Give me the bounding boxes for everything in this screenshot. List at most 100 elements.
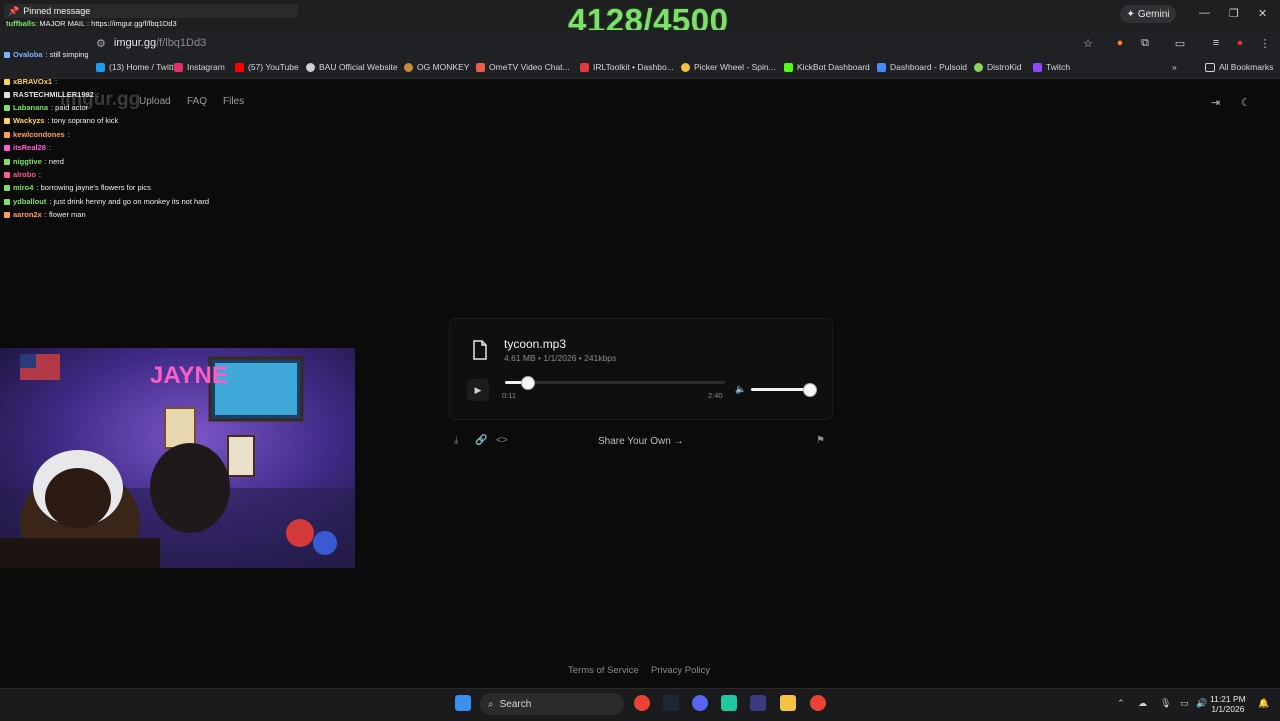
volume-slider[interactable] bbox=[751, 383, 817, 397]
bookmark-picker-wheel[interactable]: Picker Wheel - Spin... bbox=[681, 60, 776, 74]
svg-text:JAYNE: JAYNE bbox=[150, 362, 228, 389]
chat-badge-icon bbox=[4, 78, 10, 85]
downloads-icon[interactable]: ≡ bbox=[1208, 35, 1224, 51]
chat-message: aaron2x: flower man bbox=[4, 210, 86, 219]
network-icon[interactable]: ▭ bbox=[1180, 698, 1189, 709]
chat-message: kewlcondones: bbox=[4, 130, 70, 139]
report-flag-icon[interactable]: ⚑ bbox=[816, 435, 825, 446]
audio-player-card bbox=[449, 318, 833, 420]
search-icon: ⌕ bbox=[488, 698, 494, 710]
instagram-icon bbox=[174, 62, 183, 72]
seek-handle[interactable] bbox=[521, 376, 535, 390]
nav-files[interactable]: Files bbox=[223, 96, 244, 107]
pulsoid-icon bbox=[877, 62, 886, 72]
cast-icon[interactable]: ▭ bbox=[1172, 35, 1188, 51]
terms-link[interactable]: Terms of Service bbox=[568, 665, 639, 676]
chat-badge-icon bbox=[4, 117, 10, 124]
bookmark-distrokid[interactable]: DistroKid bbox=[974, 60, 1021, 74]
pinned-message: tuffballs: MAJOR MAIL : https://imgur.gg… bbox=[6, 19, 177, 28]
nav-upload[interactable]: Upload bbox=[139, 96, 171, 107]
chat-username: alrobo bbox=[13, 170, 36, 179]
file-icon bbox=[473, 340, 487, 360]
chat-username: xBRAVOx1 bbox=[13, 77, 53, 86]
bookmark-kickbot[interactable]: KickBot Dashboard bbox=[784, 60, 870, 74]
chat-text: : still simping bbox=[45, 50, 89, 59]
app2-icon[interactable] bbox=[750, 695, 766, 711]
file-meta: 4.61 MB • 1/1/2026 • 241kbps bbox=[504, 353, 617, 363]
mic-icon[interactable]: 🎙 bbox=[1160, 698, 1171, 709]
monkey-icon bbox=[404, 62, 413, 72]
app-icon[interactable] bbox=[721, 695, 737, 711]
bookmark-ometv[interactable]: OmeTV Video Chat... bbox=[476, 60, 570, 74]
taskbar-clock[interactable]: 11:21 PM 1/1/2026 bbox=[1210, 694, 1246, 714]
maximize-icon[interactable]: ❐ bbox=[1229, 7, 1239, 20]
all-bookmarks[interactable]: All Bookmarks bbox=[1205, 60, 1273, 74]
chat-badge-icon bbox=[4, 51, 10, 58]
close-icon[interactable]: ✕ bbox=[1258, 7, 1267, 20]
bookmark-bau[interactable]: BAU Official Website bbox=[306, 60, 398, 74]
volume-icon[interactable]: 🔈 bbox=[735, 384, 746, 395]
privacy-link[interactable]: Privacy Policy bbox=[651, 665, 710, 676]
minimize-icon[interactable]: — bbox=[1199, 7, 1210, 19]
bookmark-og-monkey[interactable]: OG MONKEY bbox=[404, 60, 469, 74]
gemini-label: Gemini bbox=[1137, 8, 1170, 20]
volume-handle[interactable] bbox=[803, 383, 817, 397]
discord-icon[interactable] bbox=[692, 695, 708, 711]
cloud-icon[interactable]: ☁ bbox=[1138, 698, 1147, 709]
bookmark-youtube[interactable]: (57) YouTube bbox=[235, 60, 299, 74]
play-button[interactable]: ▶ bbox=[467, 379, 489, 401]
chat-text: : flower man bbox=[44, 210, 86, 219]
bookmark-pulsoid[interactable]: Dashboard - Pulsoid bbox=[877, 60, 967, 74]
bookmark-irltoolkit[interactable]: IRLToolkit • Dashbo... bbox=[580, 60, 674, 74]
chrome-icon[interactable] bbox=[634, 695, 650, 711]
taskbar-search[interactable]: ⌕ Search bbox=[480, 693, 624, 715]
bookmark-twitch[interactable]: Twitch bbox=[1033, 60, 1070, 74]
chat-username: kewlcondones bbox=[13, 130, 65, 139]
seek-slider[interactable] bbox=[505, 376, 725, 390]
share-your-own-link[interactable]: Share Your Own → bbox=[598, 436, 684, 447]
extension-icon[interactable]: ● bbox=[1112, 35, 1128, 51]
file-explorer-icon[interactable] bbox=[780, 695, 796, 711]
chat-badge-icon bbox=[4, 158, 10, 165]
extensions-puzzle-icon[interactable]: ⧉ bbox=[1137, 35, 1153, 51]
chat-text: : bbox=[67, 130, 70, 139]
speaker-icon[interactable]: 🔊 bbox=[1196, 698, 1207, 709]
embed-code-icon[interactable]: <> bbox=[496, 435, 508, 446]
gemini-button[interactable]: ✦ Gemini bbox=[1120, 5, 1176, 23]
chat-badge-icon bbox=[4, 211, 10, 218]
chat-username: aaron2x bbox=[13, 210, 42, 219]
chat-message: Ovaloba: still simping bbox=[4, 50, 89, 59]
bookmark-twitter[interactable]: (13) Home / Twitter bbox=[96, 60, 181, 74]
avatar[interactable]: ● bbox=[1232, 35, 1248, 51]
url-field[interactable]: ⚙ imgur.gg/f/lbq1Dd3 bbox=[96, 35, 206, 51]
chat-text: : borrowing jayne's flowers for pics bbox=[36, 183, 151, 192]
link-icon[interactable]: 🔗 bbox=[475, 435, 487, 446]
chat-badge-icon bbox=[4, 184, 10, 191]
tray-overflow-icon[interactable]: ⌃ bbox=[1117, 698, 1125, 709]
chrome-active-icon[interactable] bbox=[810, 695, 826, 711]
bookmark-star-icon[interactable]: ☆ bbox=[1080, 35, 1096, 51]
chat-message: niggtive: nerd bbox=[4, 157, 64, 166]
globe-icon bbox=[306, 62, 315, 72]
login-icon[interactable]: ⇥ bbox=[1211, 96, 1220, 109]
windows-start-icon[interactable] bbox=[455, 695, 471, 711]
menu-kebab-icon[interactable]: ⋮ bbox=[1257, 35, 1273, 51]
site-info-icon[interactable]: ⚙ bbox=[96, 37, 106, 50]
twitch-icon bbox=[1033, 62, 1042, 72]
chat-text: : paid actor bbox=[51, 103, 89, 112]
folder-icon bbox=[1205, 62, 1215, 72]
pin-icon: 📌 bbox=[8, 5, 20, 16]
nav-faq[interactable]: FAQ bbox=[187, 96, 207, 107]
steam-icon[interactable] bbox=[663, 695, 679, 711]
bookmark-instagram[interactable]: Instagram bbox=[174, 60, 225, 74]
notification-icon[interactable]: 🔔 bbox=[1258, 698, 1269, 709]
chat-message: ydballout: just drink henny and go on mo… bbox=[4, 197, 209, 206]
bookmarks-overflow-icon[interactable]: » bbox=[1172, 60, 1177, 74]
sparkle-icon: ✦ bbox=[1126, 8, 1135, 20]
download-icon[interactable]: ⤓ bbox=[454, 435, 458, 446]
file-name: tycoon.mp3 bbox=[504, 337, 567, 351]
chat-username: Ovaloba bbox=[13, 50, 43, 59]
chat-message: miro4: borrowing jayne's flowers for pic… bbox=[4, 183, 151, 192]
moon-icon[interactable]: ☾ bbox=[1241, 96, 1251, 109]
chat-username: Labanana bbox=[13, 103, 49, 112]
